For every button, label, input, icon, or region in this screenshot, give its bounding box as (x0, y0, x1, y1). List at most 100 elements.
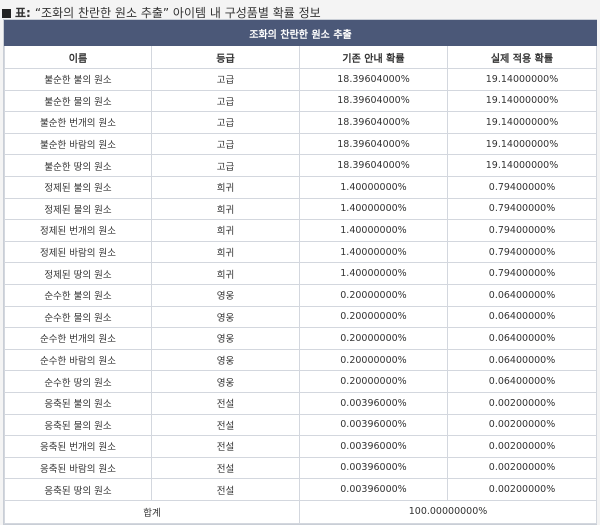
cell-grade: 희귀 (151, 175, 300, 199)
cell-name: 순수한 물의 원소 (4, 305, 152, 329)
caption-prefix: 표: (15, 6, 31, 20)
probability-table-container: 조화의 찬란한 원소 추출 이름 등급 기존 안내 확률 실제 적용 확률 불순… (3, 19, 598, 525)
cell-previous-probability: 18.39604000% (299, 68, 448, 91)
cell-actual-probability: 0.79400000% (446, 262, 598, 285)
table-title: 조화의 찬란한 원소 추출 (3, 20, 598, 46)
cell-previous-probability: 0.00396000% (299, 413, 448, 437)
table-row: 순수한 번개의 원소 영웅 0.20000000% 0.06400000% (4, 327, 598, 350)
cell-previous-probability: 18.39604000% (299, 154, 448, 177)
cell-name: 응축된 번개의 원소 (4, 435, 152, 458)
cell-name: 불순한 물의 원소 (4, 89, 152, 113)
cell-grade: 전설 (151, 435, 300, 458)
cell-previous-probability: 0.00396000% (299, 391, 448, 415)
cell-actual-probability: 19.14000000% (446, 154, 598, 177)
caption-text: “조화의 찬란한 원소 추출” 아이템 내 구성품별 확률 정보 (34, 6, 321, 20)
cell-grade: 영웅 (151, 283, 300, 307)
total-label: 합계 (4, 499, 300, 524)
cell-name: 응축된 물의 원소 (4, 413, 152, 437)
cell-previous-probability: 18.39604000% (299, 111, 448, 134)
cell-actual-probability: 0.06400000% (446, 370, 598, 393)
cell-actual-probability: 0.79400000% (446, 219, 598, 242)
table-row: 불순한 바람의 원소 고급 18.39604000% 19.14000000% (4, 132, 598, 156)
cell-name: 순수한 땅의 원소 (4, 370, 152, 393)
table-row: 순수한 땅의 원소 영웅 0.20000000% 0.06400000% (4, 370, 598, 393)
table-row: 응축된 불의 원소 전설 0.00396000% 0.00200000% (4, 391, 598, 415)
cell-grade: 고급 (151, 68, 300, 91)
cell-actual-probability: 0.00200000% (446, 413, 598, 437)
cell-actual-probability: 0.79400000% (446, 197, 598, 221)
cell-actual-probability: 0.06400000% (446, 283, 598, 307)
cell-grade: 영웅 (151, 305, 300, 329)
square-bullet-icon (2, 8, 11, 18)
cell-previous-probability: 1.40000000% (299, 219, 448, 242)
cell-name: 정제된 바람의 원소 (4, 240, 152, 264)
cell-actual-probability: 0.06400000% (446, 348, 598, 372)
table-row: 응축된 바람의 원소 전설 0.00396000% 0.00200000% (4, 456, 598, 480)
cell-grade: 고급 (151, 132, 300, 156)
cell-grade: 희귀 (151, 262, 300, 285)
cell-grade: 고급 (151, 111, 300, 134)
table-row: 정제된 불의 원소 희귀 1.40000000% 0.79400000% (4, 175, 598, 199)
cell-grade: 고급 (151, 89, 300, 113)
table-row: 불순한 불의 원소 고급 18.39604000% 19.14000000% (4, 68, 598, 91)
cell-name: 순수한 불의 원소 (4, 283, 152, 307)
cell-grade: 영웅 (151, 370, 300, 393)
table-row: 불순한 물의 원소 고급 18.39604000% 19.14000000% (4, 89, 598, 113)
cell-actual-probability: 0.00200000% (446, 456, 598, 480)
cell-name: 응축된 땅의 원소 (4, 478, 152, 501)
cell-grade: 영웅 (151, 327, 300, 350)
cell-previous-probability: 18.39604000% (299, 132, 448, 156)
cell-actual-probability: 19.14000000% (446, 89, 598, 113)
table-row: 응축된 땅의 원소 전설 0.00396000% 0.00200000% (4, 478, 598, 501)
cell-previous-probability: 0.20000000% (299, 348, 448, 372)
header-grade: 등급 (151, 45, 300, 69)
cell-grade: 전설 (151, 478, 300, 501)
cell-grade: 희귀 (151, 197, 300, 221)
cell-name: 불순한 땅의 원소 (4, 154, 152, 177)
table-row: 불순한 땅의 원소 고급 18.39604000% 19.14000000% (4, 154, 598, 177)
cell-grade: 전설 (151, 456, 300, 480)
cell-grade: 전설 (151, 413, 300, 437)
table-row: 정제된 바람의 원소 희귀 1.40000000% 0.79400000% (4, 240, 598, 264)
cell-actual-probability: 19.14000000% (446, 111, 598, 134)
cell-grade: 전설 (151, 391, 300, 415)
cell-actual-probability: 0.79400000% (446, 175, 598, 199)
cell-actual-probability: 0.00200000% (446, 435, 598, 458)
table-row: 정제된 번개의 원소 희귀 1.40000000% 0.79400000% (4, 219, 598, 242)
cell-actual-probability: 19.14000000% (446, 68, 598, 91)
table-row: 불순한 번개의 원소 고급 18.39604000% 19.14000000% (4, 111, 598, 134)
table-row: 순수한 물의 원소 영웅 0.20000000% 0.06400000% (4, 305, 598, 329)
probability-table: 조화의 찬란한 원소 추출 이름 등급 기존 안내 확률 실제 적용 확률 불순… (3, 20, 598, 524)
cell-actual-probability: 0.06400000% (446, 305, 598, 329)
cell-name: 정제된 번개의 원소 (4, 219, 152, 242)
cell-name: 불순한 불의 원소 (4, 68, 152, 91)
cell-previous-probability: 18.39604000% (299, 89, 448, 113)
cell-grade: 희귀 (151, 219, 300, 242)
cell-grade: 희귀 (151, 240, 300, 264)
cell-actual-probability: 0.00200000% (446, 478, 598, 501)
cell-previous-probability: 1.40000000% (299, 175, 448, 199)
cell-actual-probability: 19.14000000% (446, 132, 598, 156)
cell-previous-probability: 1.40000000% (299, 197, 448, 221)
cell-previous-probability: 0.20000000% (299, 305, 448, 329)
cell-actual-probability: 0.06400000% (446, 327, 598, 350)
cell-actual-probability: 0.79400000% (446, 240, 598, 264)
header-name: 이름 (4, 45, 152, 69)
total-value: 100.00000000% (298, 499, 598, 524)
cell-previous-probability: 1.40000000% (299, 240, 448, 264)
cell-name: 정제된 불의 원소 (4, 175, 152, 199)
table-row: 응축된 물의 원소 전설 0.00396000% 0.00200000% (4, 413, 598, 437)
header-previous-probability: 기존 안내 확률 (299, 45, 448, 69)
cell-actual-probability: 0.00200000% (446, 391, 598, 415)
table-row: 순수한 바람의 원소 영웅 0.20000000% 0.06400000% (4, 348, 598, 372)
cell-name: 불순한 번개의 원소 (4, 111, 152, 134)
cell-name: 정제된 물의 원소 (4, 197, 152, 221)
cell-previous-probability: 0.00396000% (299, 456, 448, 480)
cell-previous-probability: 0.00396000% (299, 435, 448, 458)
cell-previous-probability: 0.20000000% (299, 283, 448, 307)
cell-name: 순수한 번개의 원소 (4, 327, 152, 350)
cell-grade: 고급 (151, 154, 300, 177)
cell-previous-probability: 0.20000000% (299, 327, 448, 350)
cell-previous-probability: 0.20000000% (299, 370, 448, 393)
header-actual-probability: 실제 적용 확률 (446, 45, 598, 69)
